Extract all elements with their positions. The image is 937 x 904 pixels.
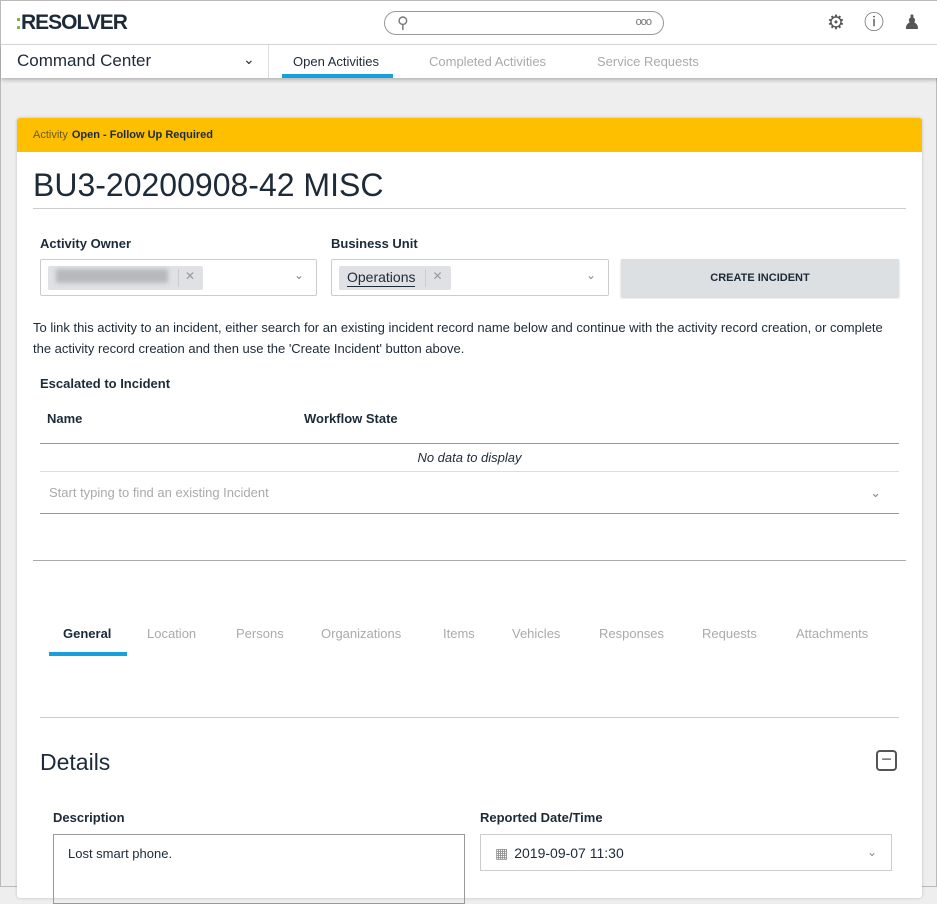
chevron-down-icon: ⌄ xyxy=(866,845,877,859)
date-label: Reported Date/Time xyxy=(480,810,603,825)
remove-icon[interactable]: ✕ xyxy=(178,269,195,287)
incident-search-input[interactable]: Start typing to find an existing Inciden… xyxy=(40,472,899,514)
activity-card: Activity Open - Follow Up Required BU3-20… xyxy=(17,118,922,904)
status-value: Open - Follow Up Required xyxy=(71,129,214,141)
app-selector[interactable]: Command Center xyxy=(17,51,151,71)
tab-persons[interactable]: Persons xyxy=(236,626,284,641)
date-field[interactable]: ▦ 2019-09-07 11:30 ⌄ xyxy=(480,834,892,871)
gear-icon[interactable]: ⚙ xyxy=(824,11,848,35)
user-icon[interactable]: ♟ xyxy=(900,11,924,35)
tab-location[interactable]: Location xyxy=(147,626,196,641)
status-banner: Activity Open - Follow Up Required xyxy=(17,118,922,152)
calendar-icon: ▦ xyxy=(495,845,509,861)
bu-chip: Operations ✕ xyxy=(339,266,451,290)
chevron-down-icon: ⌄ xyxy=(870,485,881,500)
date-value: 2019-09-07 11:30 xyxy=(514,845,624,861)
remove-icon[interactable]: ✕ xyxy=(425,269,443,287)
divider xyxy=(33,560,906,561)
description-value: Lost smart phone. xyxy=(68,846,173,861)
tab-items[interactable]: Items xyxy=(443,626,475,641)
search-options-icon[interactable]: ooo xyxy=(636,16,652,28)
help-icon[interactable]: ⓘ xyxy=(862,11,886,35)
collapse-icon[interactable]: − xyxy=(876,750,897,771)
bu-select[interactable]: Operations ✕ ⌄ xyxy=(331,259,609,296)
section-title: Details xyxy=(40,749,111,775)
resolver-logo[interactable]: :RESOLVER xyxy=(15,11,128,35)
chevron-down-icon[interactable]: ⌄ xyxy=(243,51,255,68)
active-tab-indicator xyxy=(49,652,127,656)
tab-service-requests[interactable]: Service Requests xyxy=(597,54,699,69)
empty-message: No data to display xyxy=(417,450,522,465)
active-tab-indicator xyxy=(282,74,393,78)
divider xyxy=(268,45,269,78)
tab-requests[interactable]: Requests xyxy=(702,626,757,641)
logo-text: RESOLVER xyxy=(21,11,128,34)
search-input[interactable]: ⚲ ooo xyxy=(384,11,664,35)
owner-label: Activity Owner xyxy=(40,236,132,251)
top-bar: :RESOLVER ⚲ ooo ⚙ ⓘ ♟ xyxy=(1,1,937,45)
status-label: Activity xyxy=(33,129,68,141)
description-field[interactable]: Lost smart phone. xyxy=(53,834,465,904)
tab-general[interactable]: General xyxy=(63,626,111,641)
escalated-label: Escalated to Incident xyxy=(40,376,171,391)
column-header-workflow-state[interactable]: Workflow State xyxy=(304,411,398,426)
help-text: To link this activity to an incident, ei… xyxy=(33,320,883,356)
bu-value[interactable]: Operations xyxy=(347,269,416,287)
escalated-table: Name Workflow State No data to display S… xyxy=(40,395,899,515)
owner-select[interactable]: ✕ ⌄ xyxy=(40,259,317,296)
divider xyxy=(33,208,906,209)
tab-attachments[interactable]: Attachments xyxy=(796,626,868,641)
page-title: BU3-20200908-42 MISC xyxy=(33,167,384,203)
tab-organizations[interactable]: Organizations xyxy=(321,626,401,641)
tab-completed-activities[interactable]: Completed Activities xyxy=(429,54,546,69)
nav-bar: Command Center ⌄ Open Activities Complet… xyxy=(1,45,937,78)
chevron-down-icon[interactable]: ⌄ xyxy=(294,268,304,282)
record-tabs: General Location Persons Organizations I… xyxy=(33,608,905,658)
column-header-name[interactable]: Name xyxy=(47,411,82,426)
incident-search-placeholder: Start typing to find an existing Inciden… xyxy=(49,485,269,500)
search-icon: ⚲ xyxy=(397,15,409,32)
tab-responses[interactable]: Responses xyxy=(599,626,664,641)
owner-name-redacted xyxy=(56,269,168,283)
tab-vehicles[interactable]: Vehicles xyxy=(512,626,560,641)
chevron-down-icon[interactable]: ⌄ xyxy=(586,268,596,282)
tab-open-activities[interactable]: Open Activities xyxy=(293,54,379,69)
description-label: Description xyxy=(53,810,125,825)
bu-label: Business Unit xyxy=(331,236,418,251)
create-incident-button[interactable]: CREATE INCIDENT xyxy=(621,259,899,297)
divider xyxy=(40,717,899,718)
owner-chip: ✕ xyxy=(48,266,204,290)
